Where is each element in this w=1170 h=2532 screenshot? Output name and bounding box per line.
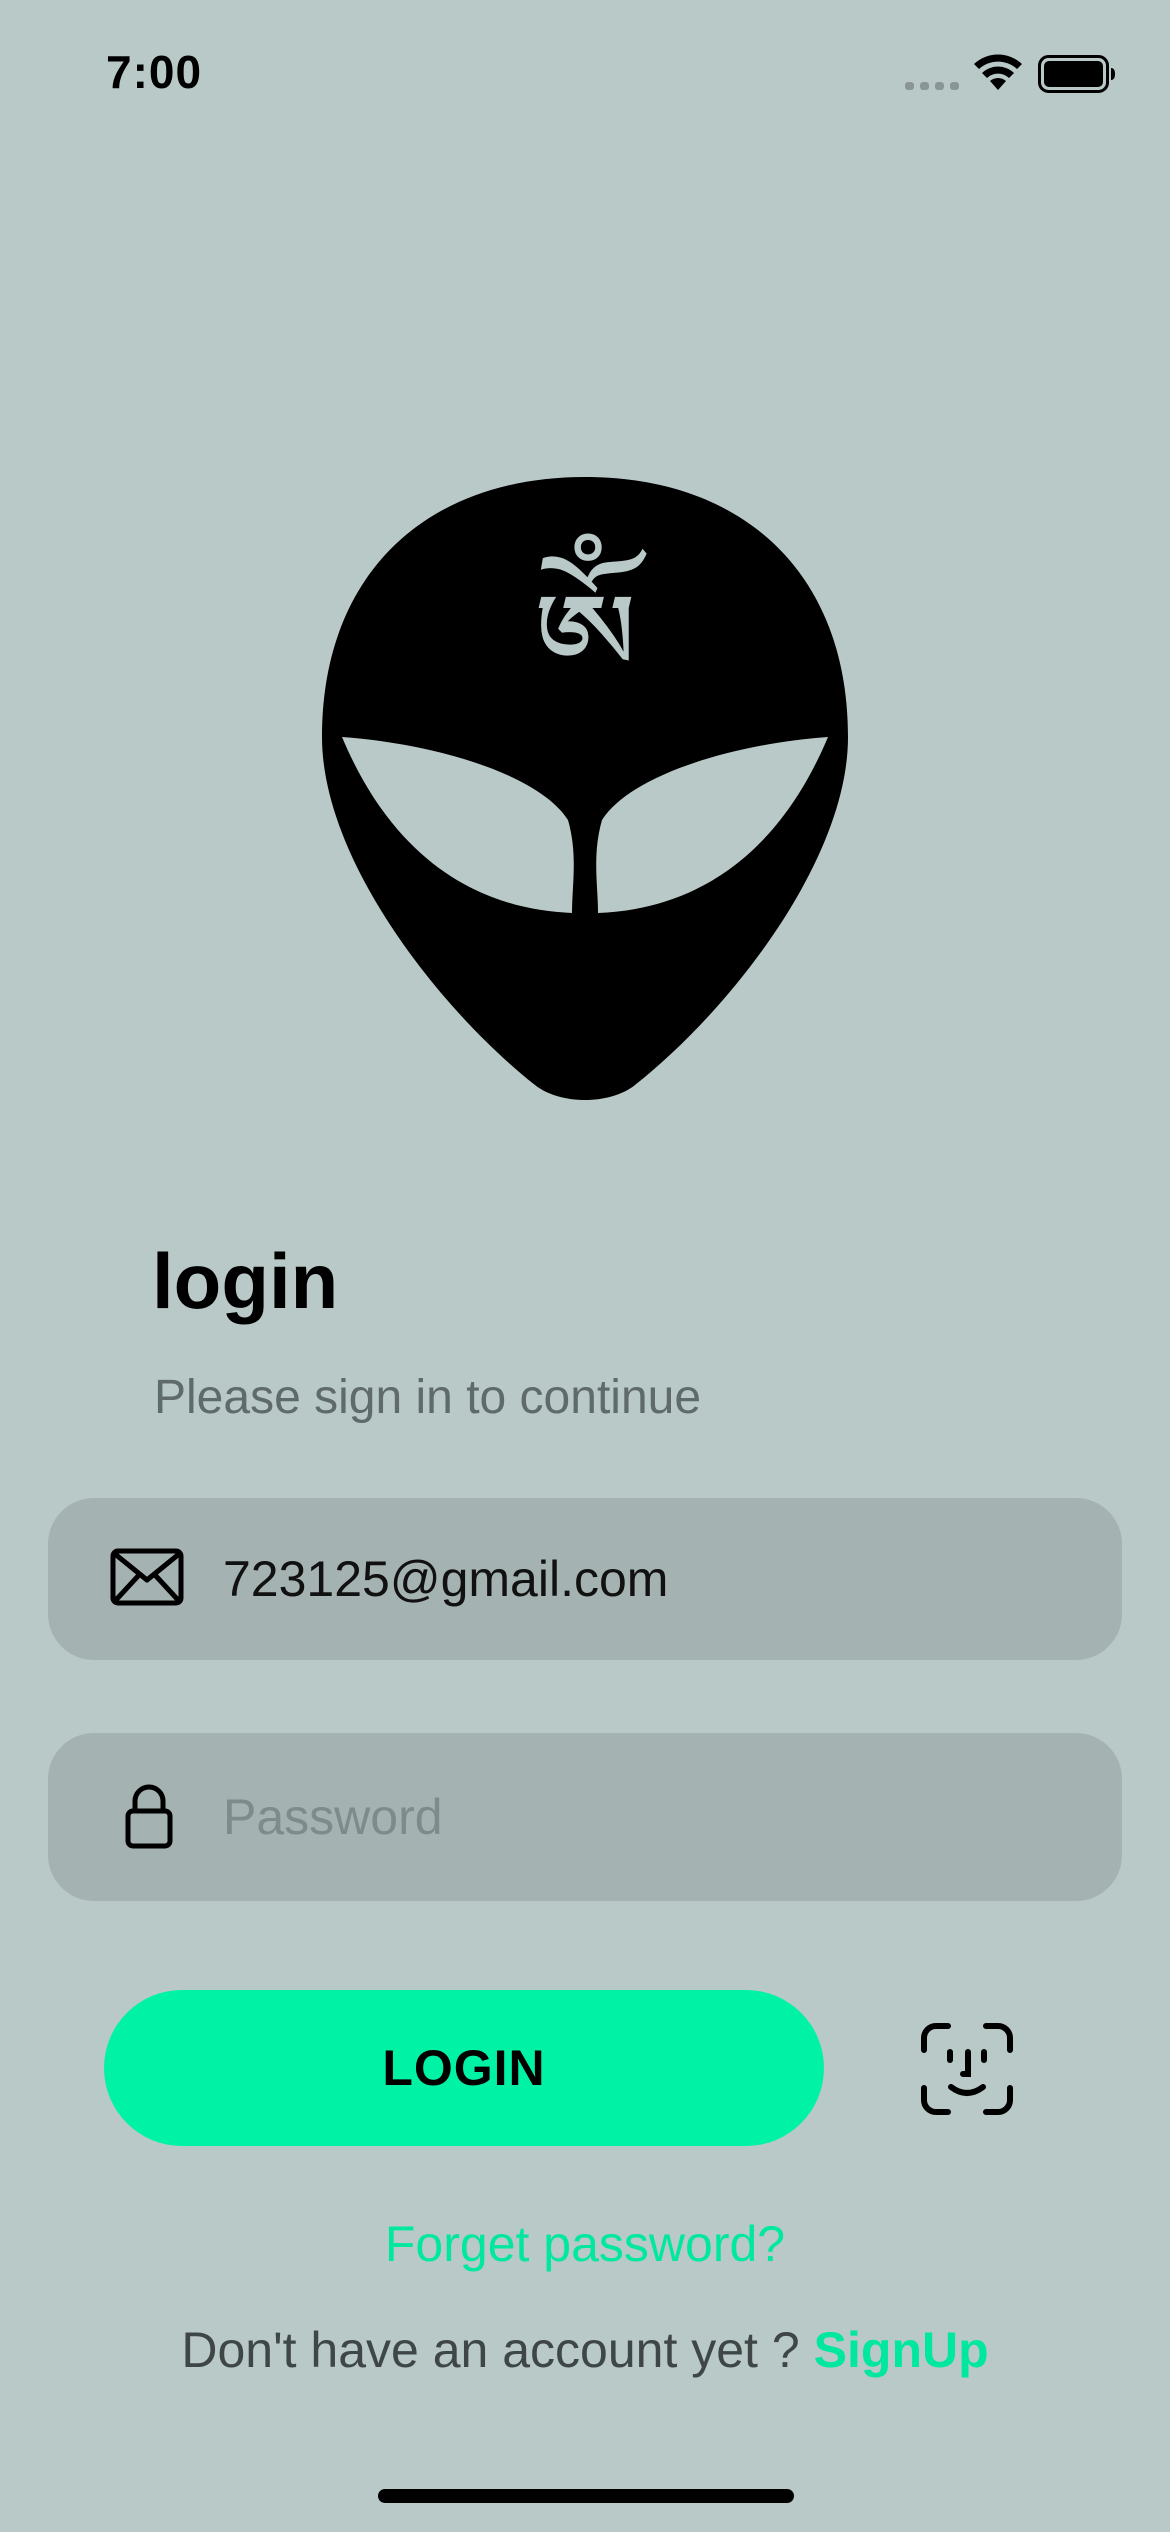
wifi-icon — [974, 54, 1022, 90]
status-bar: 7:00 — [0, 0, 1170, 150]
home-indicator[interactable] — [378, 2489, 794, 2503]
signup-row: Don't have an account yet ? SignUp — [0, 2320, 1170, 2380]
om-symbol: ཨོཾ — [532, 564, 638, 716]
lock-icon — [125, 1784, 173, 1849]
forgot-password-link[interactable]: Forget password? — [0, 2214, 1170, 2274]
status-time: 7:00 — [106, 46, 203, 98]
email-input[interactable] — [223, 1498, 1083, 1660]
signup-link[interactable]: SignUp — [814, 2322, 989, 2378]
login-button[interactable]: LOGIN — [104, 1990, 824, 2146]
cellular-signal-icon — [905, 82, 959, 90]
envelope-icon — [110, 1548, 184, 1606]
email-field[interactable] — [48, 1498, 1122, 1660]
password-input[interactable] — [223, 1733, 1083, 1901]
page-title: login — [152, 1237, 339, 1325]
password-field[interactable] — [48, 1733, 1122, 1901]
signup-prompt: Don't have an account yet ? — [181, 2322, 800, 2378]
face-id-icon[interactable] — [920, 2022, 1014, 2116]
page-subtitle: Please sign in to continue — [154, 1371, 702, 1424]
battery-icon — [1038, 55, 1115, 93]
